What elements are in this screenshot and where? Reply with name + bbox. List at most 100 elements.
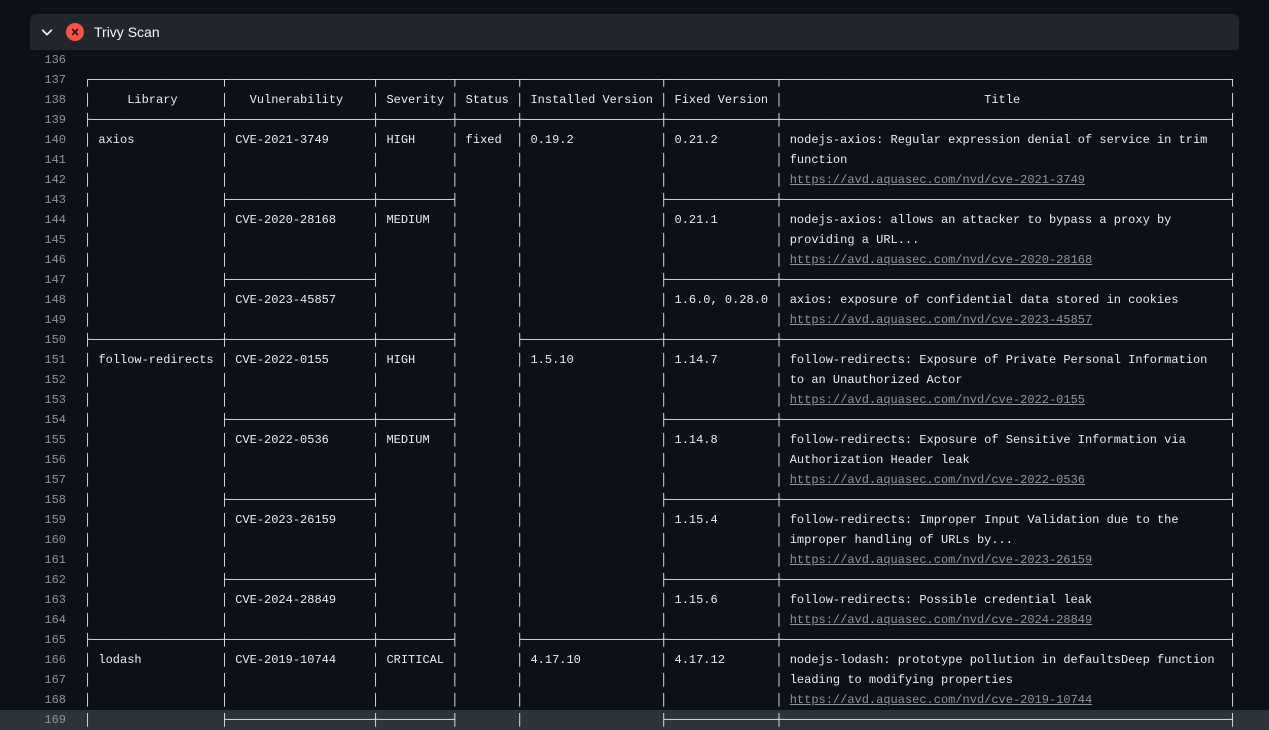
line-content xyxy=(84,50,1269,70)
log-line: 148│ │ CVE-2023-45857 │ │ │ │ 1.6.0, 0.2… xyxy=(0,290,1269,310)
log-line: 155│ │ CVE-2022-0536 │ MEDIUM │ │ │ 1.14… xyxy=(0,430,1269,450)
log-line: 139├──────────────────┼─────────────────… xyxy=(0,110,1269,130)
log-line: 168│ │ │ │ │ │ │ https://avd.aquasec.com… xyxy=(0,690,1269,710)
line-number: 148 xyxy=(0,290,84,310)
line-number: 151 xyxy=(0,350,84,370)
line-content: │ │ │ │ │ │ │ https://avd.aquasec.com/nv… xyxy=(84,170,1269,190)
line-content: │ ├────────────────────┼──────────┤ │ ├─… xyxy=(84,410,1269,430)
log-line: 160│ │ │ │ │ │ │ improper handling of UR… xyxy=(0,530,1269,550)
line-content: │ │ │ │ │ │ │ to an Unauthorized Actor │ xyxy=(84,370,1269,390)
line-number: 158 xyxy=(0,490,84,510)
line-number: 167 xyxy=(0,670,84,690)
log-line: 149│ │ │ │ │ │ │ https://avd.aquasec.com… xyxy=(0,310,1269,330)
step-header[interactable]: Trivy Scan xyxy=(30,14,1239,50)
cve-link[interactable]: https://avd.aquasec.com/nvd/cve-2019-107… xyxy=(790,693,1092,707)
log-line: 137┌──────────────────┬─────────────────… xyxy=(0,70,1269,90)
line-content: ├──────────────────┼────────────────────… xyxy=(84,330,1269,350)
line-content: │ lodash │ CVE-2019-10744 │ CRITICAL │ │… xyxy=(84,650,1269,670)
line-number: 136 xyxy=(0,50,84,70)
log-line: 165├──────────────────┼─────────────────… xyxy=(0,630,1269,650)
line-number: 138 xyxy=(0,90,84,110)
line-number: 169 xyxy=(0,710,84,730)
line-number: 156 xyxy=(0,450,84,470)
line-number: 143 xyxy=(0,190,84,210)
line-number: 140 xyxy=(0,130,84,150)
line-number: 149 xyxy=(0,310,84,330)
log-line: 143│ ├────────────────────┼──────────┤ │… xyxy=(0,190,1269,210)
step-title: Trivy Scan xyxy=(94,24,160,40)
log-line: 164│ │ │ │ │ │ │ https://avd.aquasec.com… xyxy=(0,610,1269,630)
line-content: │ │ │ │ │ │ │ improper handling of URLs … xyxy=(84,530,1269,550)
log-line: 136 xyxy=(0,50,1269,70)
log-line: 146│ │ │ │ │ │ │ https://avd.aquasec.com… xyxy=(0,250,1269,270)
line-number: 164 xyxy=(0,610,84,630)
log-line: 163│ │ CVE-2024-28849 │ │ │ │ 1.15.6 │ f… xyxy=(0,590,1269,610)
line-number: 161 xyxy=(0,550,84,570)
line-content: │ │ CVE-2022-0536 │ MEDIUM │ │ │ 1.14.8 … xyxy=(84,430,1269,450)
log-line: 159│ │ CVE-2023-26159 │ │ │ │ 1.15.4 │ f… xyxy=(0,510,1269,530)
log-line: 144│ │ CVE-2020-28168 │ MEDIUM │ │ │ 0.2… xyxy=(0,210,1269,230)
line-content: │ │ │ │ │ │ │ https://avd.aquasec.com/nv… xyxy=(84,610,1269,630)
log-line: 161│ │ │ │ │ │ │ https://avd.aquasec.com… xyxy=(0,550,1269,570)
line-content: │ │ │ │ │ │ │ https://avd.aquasec.com/nv… xyxy=(84,690,1269,710)
line-content: │ │ │ │ │ │ │ https://avd.aquasec.com/nv… xyxy=(84,550,1269,570)
line-number: 166 xyxy=(0,650,84,670)
log-output[interactable]: 136137┌──────────────────┬──────────────… xyxy=(0,50,1269,730)
log-line: 151│ follow-redirects │ CVE-2022-0155 │ … xyxy=(0,350,1269,370)
line-number: 159 xyxy=(0,510,84,530)
line-number: 168 xyxy=(0,690,84,710)
line-content: │ │ │ │ │ │ │ https://avd.aquasec.com/nv… xyxy=(84,250,1269,270)
log-line: 166│ lodash │ CVE-2019-10744 │ CRITICAL … xyxy=(0,650,1269,670)
log-line: 145│ │ │ │ │ │ │ providing a URL... │ xyxy=(0,230,1269,250)
line-content: │ ├────────────────────┼──────────┤ │ ├─… xyxy=(84,190,1269,210)
line-content: │ ├────────────────────┤ │ │ ├──────────… xyxy=(84,270,1269,290)
line-content: │ ├────────────────────┼──────────┤ │ ├─… xyxy=(84,710,1269,730)
line-number: 146 xyxy=(0,250,84,270)
line-number: 152 xyxy=(0,370,84,390)
log-line: 153│ │ │ │ │ │ │ https://avd.aquasec.com… xyxy=(0,390,1269,410)
line-number: 155 xyxy=(0,430,84,450)
log-line: 147│ ├────────────────────┤ │ │ ├───────… xyxy=(0,270,1269,290)
line-number: 157 xyxy=(0,470,84,490)
log-line: 162│ ├────────────────────┤ │ │ ├───────… xyxy=(0,570,1269,590)
line-number: 150 xyxy=(0,330,84,350)
line-number: 160 xyxy=(0,530,84,550)
log-line: 152│ │ │ │ │ │ │ to an Unauthorized Acto… xyxy=(0,370,1269,390)
cve-link[interactable]: https://avd.aquasec.com/nvd/cve-2023-458… xyxy=(790,313,1092,327)
line-content: │ │ CVE-2020-28168 │ MEDIUM │ │ │ 0.21.1… xyxy=(84,210,1269,230)
line-content: ├──────────────────┼────────────────────… xyxy=(84,110,1269,130)
line-number: 141 xyxy=(0,150,84,170)
cve-link[interactable]: https://avd.aquasec.com/nvd/cve-2022-015… xyxy=(790,393,1085,407)
chevron-down-icon[interactable] xyxy=(38,23,56,41)
cve-link[interactable]: https://avd.aquasec.com/nvd/cve-2022-053… xyxy=(790,473,1085,487)
line-content: │ ├────────────────────┤ │ │ ├──────────… xyxy=(84,570,1269,590)
line-content: │ follow-redirects │ CVE-2022-0155 │ HIG… xyxy=(84,350,1269,370)
cve-link[interactable]: https://avd.aquasec.com/nvd/cve-2023-261… xyxy=(790,553,1092,567)
log-line: 167│ │ │ │ │ │ │ leading to modifying pr… xyxy=(0,670,1269,690)
line-content: │ │ │ │ │ │ │ providing a URL... │ xyxy=(84,230,1269,250)
line-number: 139 xyxy=(0,110,84,130)
log-line: 138│ Library │ Vulnerability │ Severity … xyxy=(0,90,1269,110)
cve-link[interactable]: https://avd.aquasec.com/nvd/cve-2020-281… xyxy=(790,253,1092,267)
line-content: │ │ │ │ │ │ │ Authorization Header leak … xyxy=(84,450,1269,470)
log-line: 158│ ├────────────────────┤ │ │ ├───────… xyxy=(0,490,1269,510)
line-content: ┌──────────────────┬────────────────────… xyxy=(84,70,1269,90)
log-line: 157│ │ │ │ │ │ │ https://avd.aquasec.com… xyxy=(0,470,1269,490)
log-line: 169│ ├────────────────────┼──────────┤ │… xyxy=(0,710,1269,730)
line-content: │ ├────────────────────┤ │ │ ├──────────… xyxy=(84,490,1269,510)
line-number: 142 xyxy=(0,170,84,190)
line-content: │ axios │ CVE-2021-3749 │ HIGH │ fixed │… xyxy=(84,130,1269,150)
log-line: 140│ axios │ CVE-2021-3749 │ HIGH │ fixe… xyxy=(0,130,1269,150)
cve-link[interactable]: https://avd.aquasec.com/nvd/cve-2024-288… xyxy=(790,613,1092,627)
line-content: │ │ │ │ │ │ │ https://avd.aquasec.com/nv… xyxy=(84,310,1269,330)
line-content: │ │ │ │ │ │ │ https://avd.aquasec.com/nv… xyxy=(84,390,1269,410)
line-number: 144 xyxy=(0,210,84,230)
line-content: │ │ │ │ │ │ │ function │ xyxy=(84,150,1269,170)
log-line: 154│ ├────────────────────┼──────────┤ │… xyxy=(0,410,1269,430)
line-content: │ │ │ │ │ │ │ https://avd.aquasec.com/nv… xyxy=(84,470,1269,490)
cve-link[interactable]: https://avd.aquasec.com/nvd/cve-2021-374… xyxy=(790,173,1085,187)
line-content: ├──────────────────┼────────────────────… xyxy=(84,630,1269,650)
line-content: │ │ CVE-2023-26159 │ │ │ │ 1.15.4 │ foll… xyxy=(84,510,1269,530)
line-number: 162 xyxy=(0,570,84,590)
log-line: 150├──────────────────┼─────────────────… xyxy=(0,330,1269,350)
